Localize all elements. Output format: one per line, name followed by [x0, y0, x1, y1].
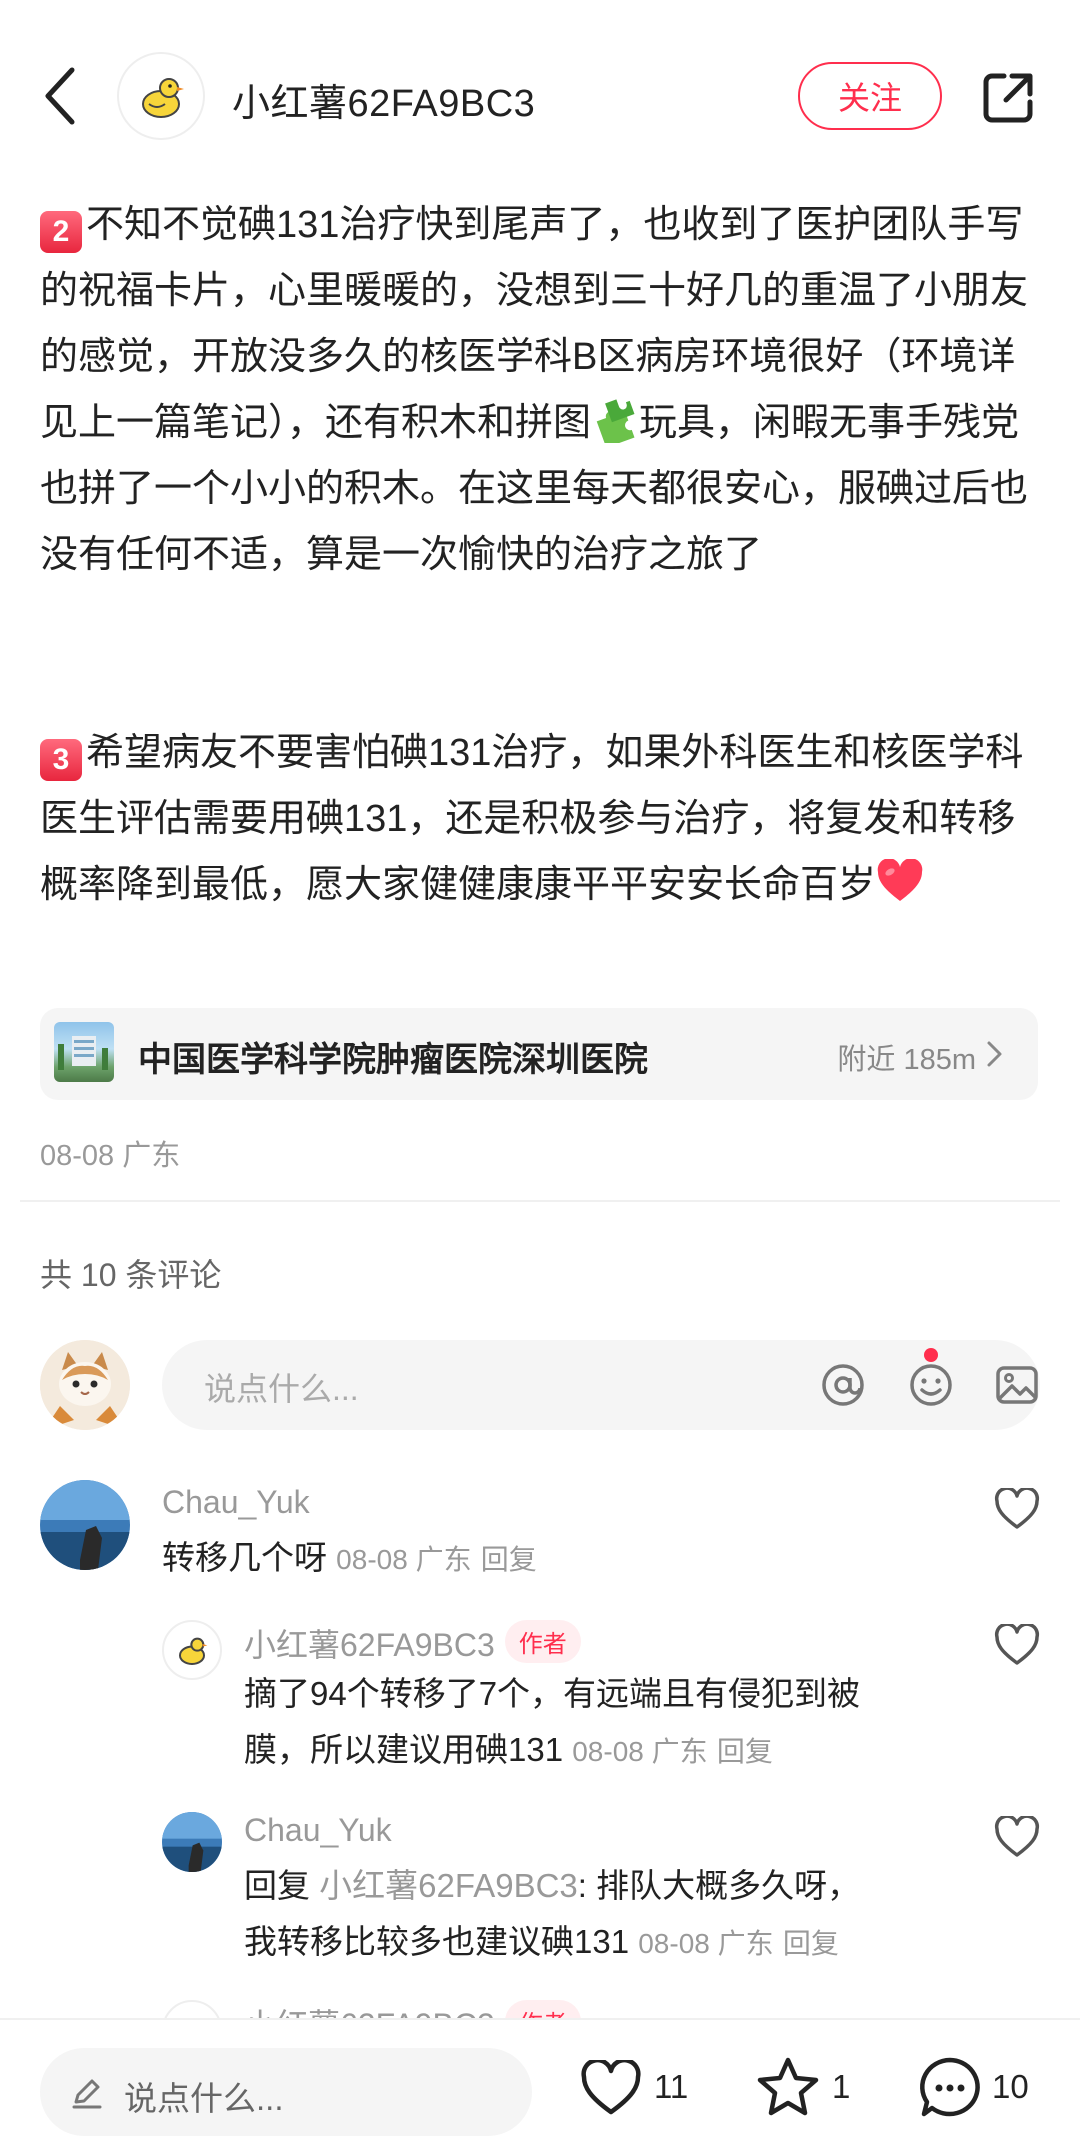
- author-name[interactable]: 小红薯62FA9BC3: [232, 72, 535, 127]
- back-arrow-icon[interactable]: [40, 64, 80, 128]
- chevron-right-icon: [987, 1041, 1002, 1067]
- reply-user-name[interactable]: Chau_Yuk: [244, 1812, 392, 1849]
- location-card[interactable]: 中国医学科学院肿瘤医院深圳医院 附近 185m: [40, 1008, 1038, 1100]
- post-paragraph-2: 2 不知不觉碘131治疗快到尾声了，也收到了医护团队手写的祝福卡片，心里暖暖的，没…: [40, 192, 1040, 588]
- divider: [20, 1200, 1060, 1202]
- location-thumbnail: [54, 1022, 114, 1082]
- reply-text: 摘了94个转移了7个，有远端且有侵犯到被 膜，所以建议用碘131 08-08 广…: [244, 1666, 984, 1780]
- reply-user-name-text: 小红薯62FA9BC3: [244, 1627, 495, 1663]
- comment-input-placeholder: 说点什么...: [204, 1371, 359, 1407]
- reply-body-line1: : 排队大概多久呀，: [577, 1867, 861, 1904]
- heart-icon[interactable]: [994, 1624, 1040, 1666]
- heart-icon[interactable]: [994, 1816, 1040, 1858]
- number-2-badge: 2: [40, 211, 82, 253]
- reply-user-avatar[interactable]: [162, 1812, 222, 1872]
- reply-meta: 08-08 广东: [572, 1736, 708, 1767]
- author-reply-avatar[interactable]: [162, 1620, 222, 1680]
- reply-body-line2: 膜，所以建议用碘131: [244, 1731, 564, 1768]
- notification-dot: [924, 1348, 938, 1362]
- like-count: 11: [654, 2068, 689, 2105]
- image-icon[interactable]: [994, 1362, 1040, 1408]
- puzzle-icon: [596, 399, 635, 443]
- reply-button[interactable]: 回复: [783, 1928, 839, 1959]
- comment-input[interactable]: 说点什么...: [162, 1340, 1040, 1430]
- number-3-badge: 3: [40, 739, 82, 781]
- follow-button[interactable]: 关注: [798, 62, 942, 130]
- commenter-avatar[interactable]: [40, 1480, 130, 1570]
- reply-to-user[interactable]: 小红薯62FA9BC3: [319, 1867, 578, 1904]
- location-distance: 附近 185m: [837, 1044, 976, 1076]
- reply-text: 回复 小红薯62FA9BC3: 排队大概多久呀， 我转移比较多也建议碘131 0…: [244, 1858, 984, 1972]
- duck-avatar-icon: [142, 78, 184, 118]
- reply-button[interactable]: 回复: [717, 1736, 773, 1767]
- red-heart-icon: [877, 859, 923, 901]
- comment-user-name[interactable]: Chau_Yuk: [162, 1484, 310, 1521]
- comment-bubble-icon[interactable]: [918, 2056, 982, 2120]
- reply-meta: 08-08 广东: [638, 1928, 774, 1959]
- post-date-region: 08-08 广东: [40, 1140, 181, 1172]
- emoji-icon[interactable]: [908, 1362, 954, 1408]
- collect-count: 1: [832, 2068, 851, 2105]
- reply-user-name[interactable]: 小红薯62FA9BC3作者: [244, 1620, 581, 1666]
- bottom-input-placeholder: 说点什么...: [124, 2080, 284, 2117]
- location-name: 中国医学科学院肿瘤医院深圳医院: [138, 1041, 648, 1079]
- comment-body: 转移几个呀: [162, 1539, 327, 1576]
- bottom-comment-input[interactable]: 说点什么...: [40, 2048, 532, 2136]
- comment-meta: 08-08 广东: [336, 1544, 472, 1575]
- reply-body-line2: 我转移比较多也建议碘131: [244, 1923, 630, 1960]
- at-icon[interactable]: [820, 1362, 866, 1408]
- reply-body-line1: 摘了94个转移了7个，有远端且有侵犯到被: [244, 1675, 861, 1712]
- heart-icon[interactable]: [580, 2060, 642, 2116]
- star-icon[interactable]: [756, 2056, 820, 2118]
- heart-icon[interactable]: [994, 1488, 1040, 1530]
- author-avatar[interactable]: [117, 52, 205, 140]
- cat-avatar-icon: [40, 1340, 130, 1430]
- my-avatar: [40, 1340, 130, 1430]
- bottom-action-bar: 说点什么... 11 1 10: [0, 2018, 1080, 2151]
- reply-prefix: 回复: [244, 1867, 310, 1904]
- comment-text: 转移几个呀 08-08 广东 回复: [162, 1530, 537, 1588]
- post-paragraph-3: 3 希望病友不要害怕碘131治疗，如果外科医生和核医学科医生评估需要用碘131，还…: [40, 720, 1040, 918]
- pencil-icon: [72, 2079, 102, 2109]
- author-tag: 作者: [504, 1620, 581, 1663]
- reply-button[interactable]: 回复: [481, 1544, 537, 1575]
- share-icon[interactable]: [980, 70, 1036, 126]
- comment-count-bottom: 10: [992, 2068, 1029, 2105]
- comment-count: 共 10 条评论: [40, 1257, 222, 1293]
